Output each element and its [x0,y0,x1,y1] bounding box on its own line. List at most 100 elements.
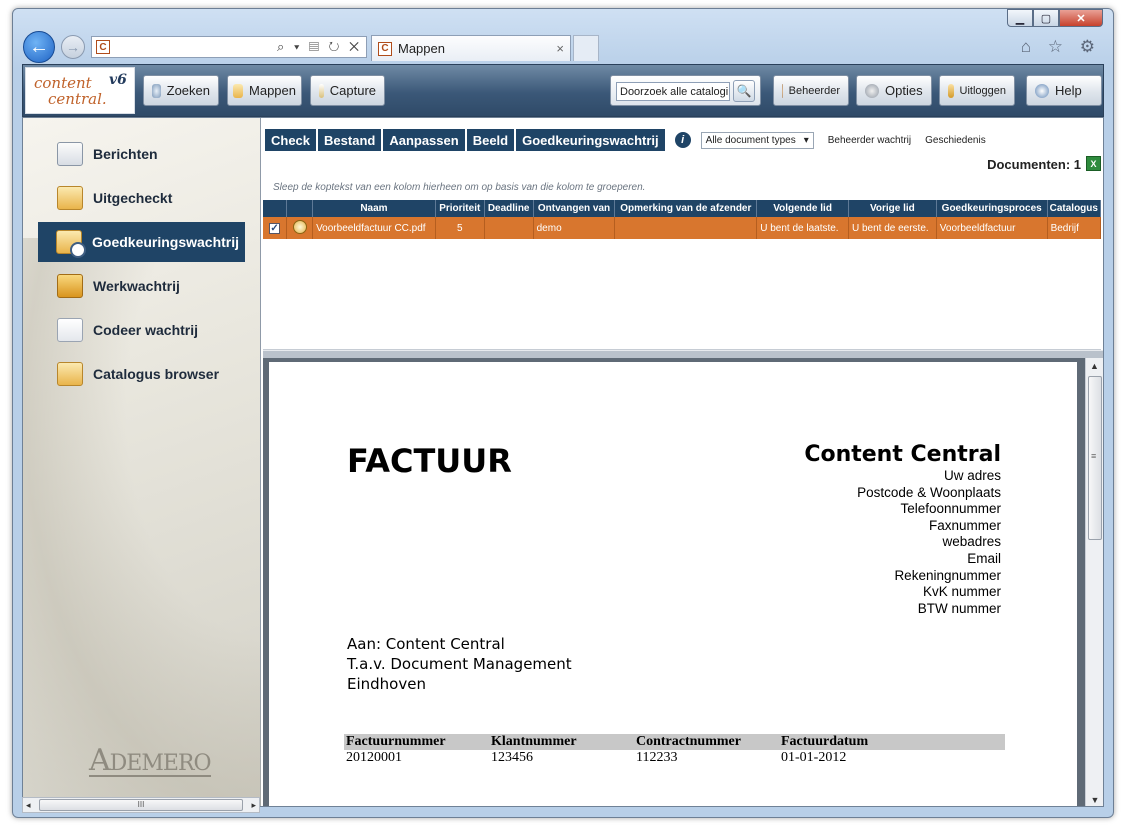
address-bar-icons[interactable]: ⌕ ▾ ▤ ↻ ✕ [277,39,362,55]
scroll-down-icon[interactable]: ▼ [1086,792,1103,806]
mappen-label: Mappen [249,83,296,98]
info-icon[interactable]: i [674,132,691,148]
sidebar-item-goedkeuringswachtrij[interactable]: Goedkeuringswachtrij [38,222,245,262]
grid-header-status[interactable] [286,200,314,217]
grid-header-ontvangen-van[interactable]: Ontvangen van [533,200,616,217]
scroll-right-icon[interactable]: ▸ [251,800,256,811]
grid-header-volgende-lid[interactable]: Volgende lid [756,200,849,217]
tab-close-icon[interactable]: × [556,41,564,56]
sidebar: Berichten Uitgecheckt Goedkeuringswachtr… [23,118,261,806]
sidebar-item-berichten[interactable]: Berichten [39,134,245,174]
pane-splitter[interactable] [263,350,1103,358]
uitloggen-button[interactable]: Uitloggen [939,75,1015,106]
sidebar-item-uitgecheckt[interactable]: Uitgecheckt [39,178,245,218]
grid-header-deadline[interactable]: Deadline [484,200,534,217]
grid-header-naam[interactable]: Naam [312,200,436,217]
viewer-vertical-scrollbar[interactable]: ▲ ≡ ▼ [1085,358,1103,806]
sidebar-item-codeer-wachtrij[interactable]: Codeer wachtrij [39,310,245,350]
row-checkbox[interactable]: ✓ [269,222,281,234]
menu-beeld[interactable]: Beeld [466,129,515,151]
logo-version: v6 [109,72,127,88]
document-type-select[interactable]: Alle document types ▾ [700,131,814,149]
menu-bestand[interactable]: Bestand [318,129,382,151]
ademero-logo-a: A [89,743,111,778]
search-go-icon[interactable]: 🔍 [733,80,755,102]
zoeken-button[interactable]: Zoeken [143,75,219,106]
briefcase-icon [57,274,83,298]
menu-check[interactable]: Check [265,129,317,151]
documents-count: Documenten: 1 [987,157,1081,172]
opties-button[interactable]: Opties [856,75,932,106]
value-klantnummer: 123456 [491,750,533,765]
table-row[interactable]: ✓ Voorbeeldfactuur CC.pdf 5 demo U bent … [263,217,1102,239]
site-favicon-icon: C [96,40,110,54]
cell-ontvangen-van[interactable]: demo [533,217,616,239]
cell-naam[interactable]: Voorbeeldfactuur CC.pdf [312,217,436,239]
capture-icon [319,83,324,98]
grid-header-vorige-lid[interactable]: Vorige lid [848,200,937,217]
scroll-left-icon[interactable]: ◂ [26,800,31,811]
sidebar-item-label: Werkwachtrij [93,278,180,294]
opties-label: Opties [885,83,923,98]
group-by-hint: Sleep de koptekst van een kolom hierheen… [273,182,646,193]
row-checkbox-cell[interactable]: ✓ [263,217,288,239]
cell-prioriteit[interactable]: 5 [435,217,485,239]
back-button[interactable]: ← [23,31,55,63]
grid-header-goedkeuringsproces[interactable]: Goedkeuringsproces [936,200,1048,217]
beheerder-wachtrij-link[interactable]: Beheerder wachtrij [828,135,911,146]
value-factuurnummer: 20120001 [346,750,402,765]
sidebar-item-werkwachtrij[interactable]: Werkwachtrij [39,266,245,306]
address-line: KvK nummer [922,584,1001,600]
grid-header-opmerking[interactable]: Opmerking van de afzender [614,200,758,217]
document-pane: Check Bestand Aanpassen Beeld Goedkeurin… [263,118,1103,806]
excel-export-icon[interactable]: X [1086,156,1101,171]
mappen-button[interactable]: Mappen [227,75,302,106]
h-scroll-grip: III [137,800,145,809]
help-button[interactable]: Help [1026,75,1102,106]
geschiedenis-link[interactable]: Geschiedenis [925,135,986,146]
cell-volgende-lid[interactable]: U bent de laatste. [756,217,849,239]
home-favorites-tools-icons[interactable]: ⌂ ☆ ⚙ [1021,37,1101,57]
browser-tab-mappen[interactable]: C Mappen × [371,35,571,61]
grid-header-catalogus[interactable]: Catalogus [1047,200,1102,217]
uitloggen-label: Uitloggen [959,84,1006,97]
minimize-button[interactable]: ▁ [1007,9,1033,27]
lock-icon [948,83,954,98]
help-label: Help [1055,83,1082,98]
recipient-line: T.a.v. Document Management [347,655,572,673]
sidebar-item-catalogus-browser[interactable]: Catalogus browser [39,354,245,394]
grid-header-prioriteit[interactable]: Prioriteit [435,200,485,217]
capture-button[interactable]: Capture [310,75,385,106]
sidebar-horizontal-scrollbar[interactable]: ◂ III ▸ [22,797,260,813]
cell-goedkeuringsproces[interactable]: Voorbeeldfactuur [936,217,1048,239]
cell-vorige-lid[interactable]: U bent de eerste. [848,217,937,239]
address-bar[interactable]: C ⌕ ▾ ▤ ↻ ✕ [91,36,367,58]
invoice-details-header: Factuurnummer Klantnummer Contractnummer… [344,734,1005,750]
forward-button[interactable]: → [61,35,85,59]
menu-aanpassen[interactable]: Aanpassen [383,129,465,151]
scroll-thumb[interactable]: ≡ [1088,376,1102,540]
content-central-logo: content central. v6 [25,67,135,114]
scroll-up-icon[interactable]: ▲ [1086,358,1103,374]
admin-user-icon [782,83,783,98]
close-window-button[interactable]: ✕ [1059,9,1103,27]
h-scroll-thumb[interactable]: III [39,799,243,811]
maximize-button[interactable]: ▢ [1033,9,1059,27]
new-tab-button[interactable] [573,35,599,61]
logo-line2: central. [48,90,107,108]
cell-opmerking[interactable] [614,217,758,239]
app-toolbar: content central. v6 Zoeken Mappen Captur… [22,64,1104,117]
recipient-line: Aan: Content Central [347,635,505,653]
menu-goedkeuringswachtrij[interactable]: Goedkeuringswachtrij [516,129,665,151]
help-icon [1035,83,1049,98]
header-factuurdatum: Factuurdatum [781,734,869,749]
header-factuurnummer: Factuurnummer [346,734,446,749]
document-type-value: Alle document types [705,134,796,146]
cell-catalogus[interactable]: Bedrijf [1047,217,1102,239]
search-input[interactable] [616,82,730,101]
scroll-grip: ≡ [1091,451,1097,461]
beheerder-button[interactable]: Beheerder [773,75,849,106]
cell-deadline[interactable] [484,217,534,239]
sidebar-item-label: Catalogus browser [93,366,220,382]
grid-header-select[interactable] [263,200,288,217]
